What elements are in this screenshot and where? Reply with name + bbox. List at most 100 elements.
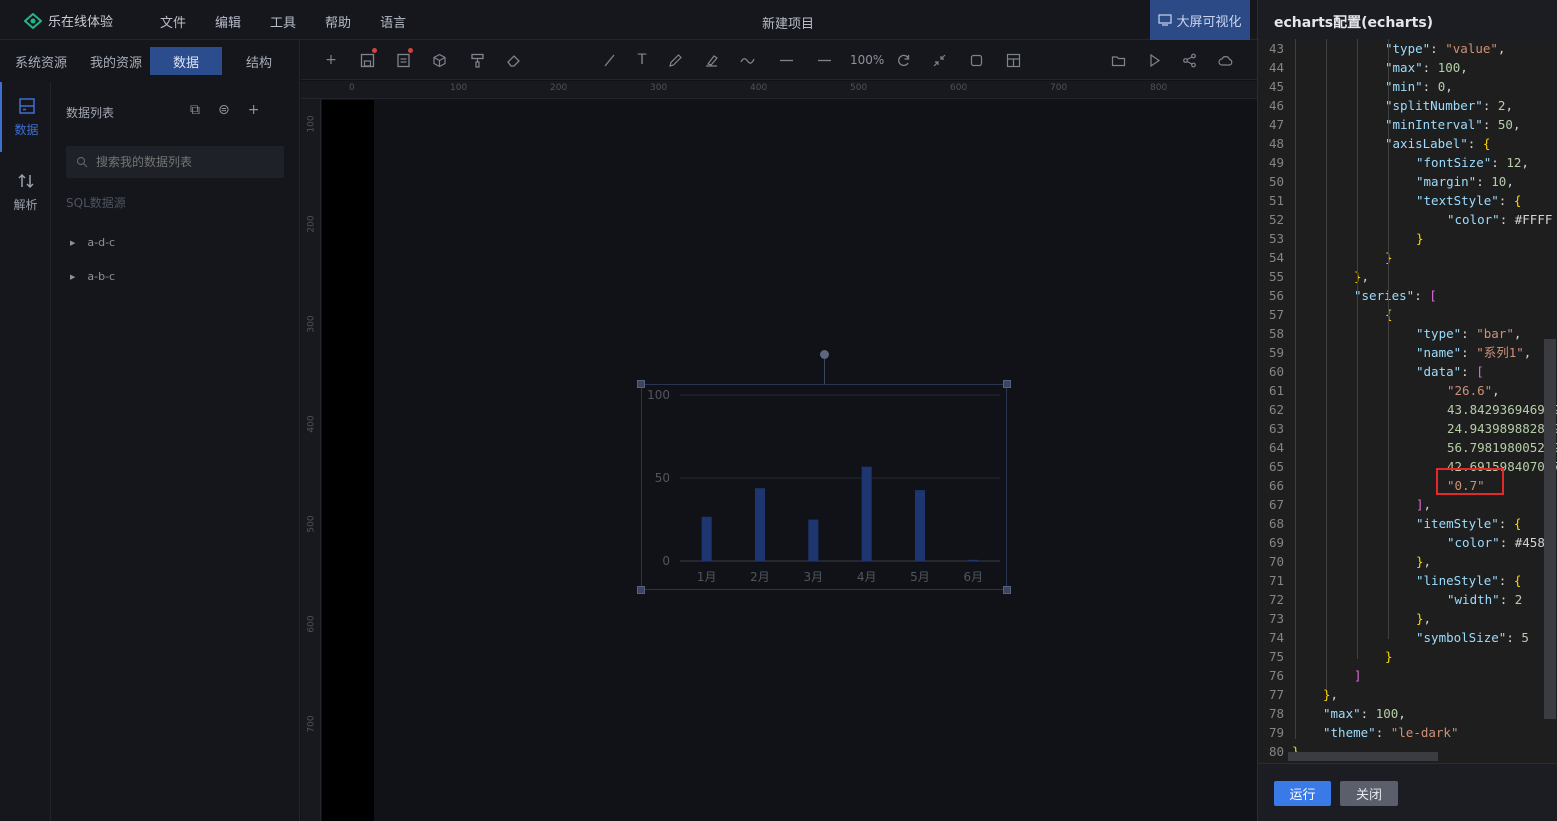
vertical-scrollbar[interactable] [1544, 339, 1556, 719]
code-line[interactable]: 77}, [1258, 685, 1557, 704]
tab-data[interactable]: 数据 [150, 47, 222, 75]
resize-handle-top-right[interactable] [1003, 380, 1011, 388]
bar[interactable] [861, 466, 872, 561]
save-icon[interactable] [357, 48, 377, 70]
code-line[interactable]: 51 "textStyle": { [1258, 191, 1557, 210]
dash-line-icon[interactable] [814, 50, 834, 70]
resize-handle-bottom-right[interactable] [1003, 586, 1011, 594]
code-line[interactable]: 75} [1258, 647, 1557, 666]
play-icon[interactable] [1144, 50, 1164, 70]
code-line[interactable]: 71 "lineStyle": { [1258, 571, 1557, 590]
run-button[interactable]: 运行 [1274, 781, 1331, 806]
bar[interactable] [755, 488, 765, 561]
code-line[interactable]: 63 24.943989882879 [1258, 419, 1557, 438]
code-line[interactable]: 45 "min": 0, [1258, 77, 1557, 96]
code-line[interactable]: 44 "max": 100, [1258, 58, 1557, 77]
line-tool-icon[interactable] [599, 50, 619, 70]
code-text: "minInterval": 50, [1385, 117, 1521, 132]
code-line[interactable]: 61 "26.6", [1258, 381, 1557, 400]
code-line[interactable]: 58 "type": "bar", [1258, 324, 1557, 343]
code-line[interactable]: 50 "margin": 10, [1258, 172, 1557, 191]
code-line[interactable]: 55}, [1258, 267, 1557, 286]
y-tick-label: 0 [662, 554, 670, 568]
code-line[interactable]: 56 "series": [ [1258, 286, 1557, 305]
document-icon[interactable] [393, 48, 413, 70]
pencil-icon[interactable] [665, 50, 685, 70]
add-icon[interactable]: + [248, 102, 260, 118]
layout-icon[interactable] [1003, 50, 1023, 70]
code-line[interactable]: 68 "itemStyle": { [1258, 514, 1557, 533]
cube-icon[interactable] [429, 50, 449, 70]
tab-structure[interactable]: 结构 [222, 47, 296, 75]
bar[interactable] [915, 490, 925, 561]
code-line[interactable]: 78 "max": 100, [1258, 704, 1557, 723]
close-button[interactable]: 关闭 [1340, 781, 1398, 806]
code-line[interactable]: 48 "axisLabel": { [1258, 134, 1557, 153]
tab-system-resources[interactable]: 系统资源 [0, 47, 82, 75]
app-logo[interactable]: 乐在线体验 [24, 11, 113, 30]
bigscreen-button[interactable]: 大屏可视化 [1150, 0, 1250, 40]
highlighter-icon[interactable] [701, 50, 721, 70]
menu-help[interactable]: 帮助 [325, 12, 351, 31]
tab-my-resources[interactable]: 我的资源 [82, 47, 150, 75]
refresh-icon[interactable] [893, 50, 913, 70]
code-line[interactable]: 74 "symbolSize": 5 [1258, 628, 1557, 647]
tree-item[interactable]: ▶ a-d-c [70, 236, 115, 249]
eraser-icon[interactable] [503, 50, 523, 70]
code-line[interactable]: 54} [1258, 248, 1557, 267]
code-line[interactable]: 57{ [1258, 305, 1557, 324]
bar[interactable] [808, 519, 819, 561]
cloud-icon[interactable] [1215, 50, 1235, 70]
code-line[interactable]: 72 "width": 2 [1258, 590, 1557, 609]
horizontal-scrollbar[interactable] [1288, 752, 1438, 761]
shrink-icon[interactable] [929, 50, 949, 70]
rotate-handle[interactable] [820, 350, 829, 359]
sidenav-item-parse[interactable]: 解析 [0, 157, 51, 227]
code-line[interactable]: 67], [1258, 495, 1557, 514]
code-line[interactable]: 52 "color": #FFFF [1258, 210, 1557, 229]
menu-edit[interactable]: 编辑 [215, 12, 241, 31]
refresh-icon[interactable]: ⊜ [218, 102, 230, 118]
code-line[interactable]: 49 "fontSize": 12, [1258, 153, 1557, 172]
code-line[interactable]: 60 "data": [ [1258, 362, 1557, 381]
code-line[interactable]: 43 "type": "value", [1258, 39, 1557, 58]
code-line[interactable]: 64 56.798198005209 [1258, 438, 1557, 457]
square-icon[interactable] [966, 50, 986, 70]
resize-handle-bottom-left[interactable] [637, 586, 645, 594]
text-tool-icon[interactable]: T [632, 50, 652, 70]
code-line[interactable]: 53} [1258, 229, 1557, 248]
bar[interactable] [968, 559, 979, 561]
code-line[interactable]: 79 "theme": "le-dark" [1258, 723, 1557, 742]
ruler-label: 700 [306, 715, 317, 733]
code-line[interactable]: 66 "0.7" [1258, 476, 1557, 495]
menu-tools[interactable]: 工具 [270, 12, 296, 31]
share-icon[interactable] [1179, 50, 1199, 70]
code-editor[interactable]: 43 "type": "value", 44 "max": 100, 45 "min": … [1258, 39, 1557, 763]
code-text: "max": 100, [1385, 60, 1468, 75]
folder-icon[interactable] [1108, 50, 1128, 70]
zoom-level[interactable]: 100% [850, 53, 884, 67]
code-line[interactable]: 69 "color": #4583 [1258, 533, 1557, 552]
menu-language[interactable]: 语言 [380, 12, 406, 31]
code-line[interactable]: 70}, [1258, 552, 1557, 571]
code-line[interactable]: 46 "splitNumber": 2, [1258, 96, 1557, 115]
bar[interactable] [701, 516, 712, 561]
curve-tool-icon[interactable] [737, 50, 757, 70]
tree-item[interactable]: ▶ a-b-c [70, 270, 115, 283]
data-list-search[interactable] [66, 146, 284, 178]
resize-handle-top-left[interactable] [637, 380, 645, 388]
code-line[interactable]: 62 43.842936946959 [1258, 400, 1557, 419]
format-painter-icon[interactable] [467, 50, 487, 70]
divider-line-icon[interactable] [776, 50, 796, 70]
code-line[interactable]: 76] [1258, 666, 1557, 685]
bar-chart-widget[interactable]: 0 50 100 1月 2月 3月 4月 5月 6月 [641, 384, 1007, 590]
copy-icon[interactable]: ⧉ [190, 102, 200, 118]
code-line[interactable]: 47 "minInterval": 50, [1258, 115, 1557, 134]
add-icon[interactable]: + [321, 50, 341, 70]
menu-file[interactable]: 文件 [160, 12, 186, 31]
search-input[interactable] [96, 155, 266, 169]
code-line[interactable]: 65 42.691598407017 [1258, 457, 1557, 476]
sidenav-item-data[interactable]: 数据 [0, 82, 51, 152]
code-line[interactable]: 59 "name": "系列1", [1258, 343, 1557, 362]
code-line[interactable]: 73}, [1258, 609, 1557, 628]
